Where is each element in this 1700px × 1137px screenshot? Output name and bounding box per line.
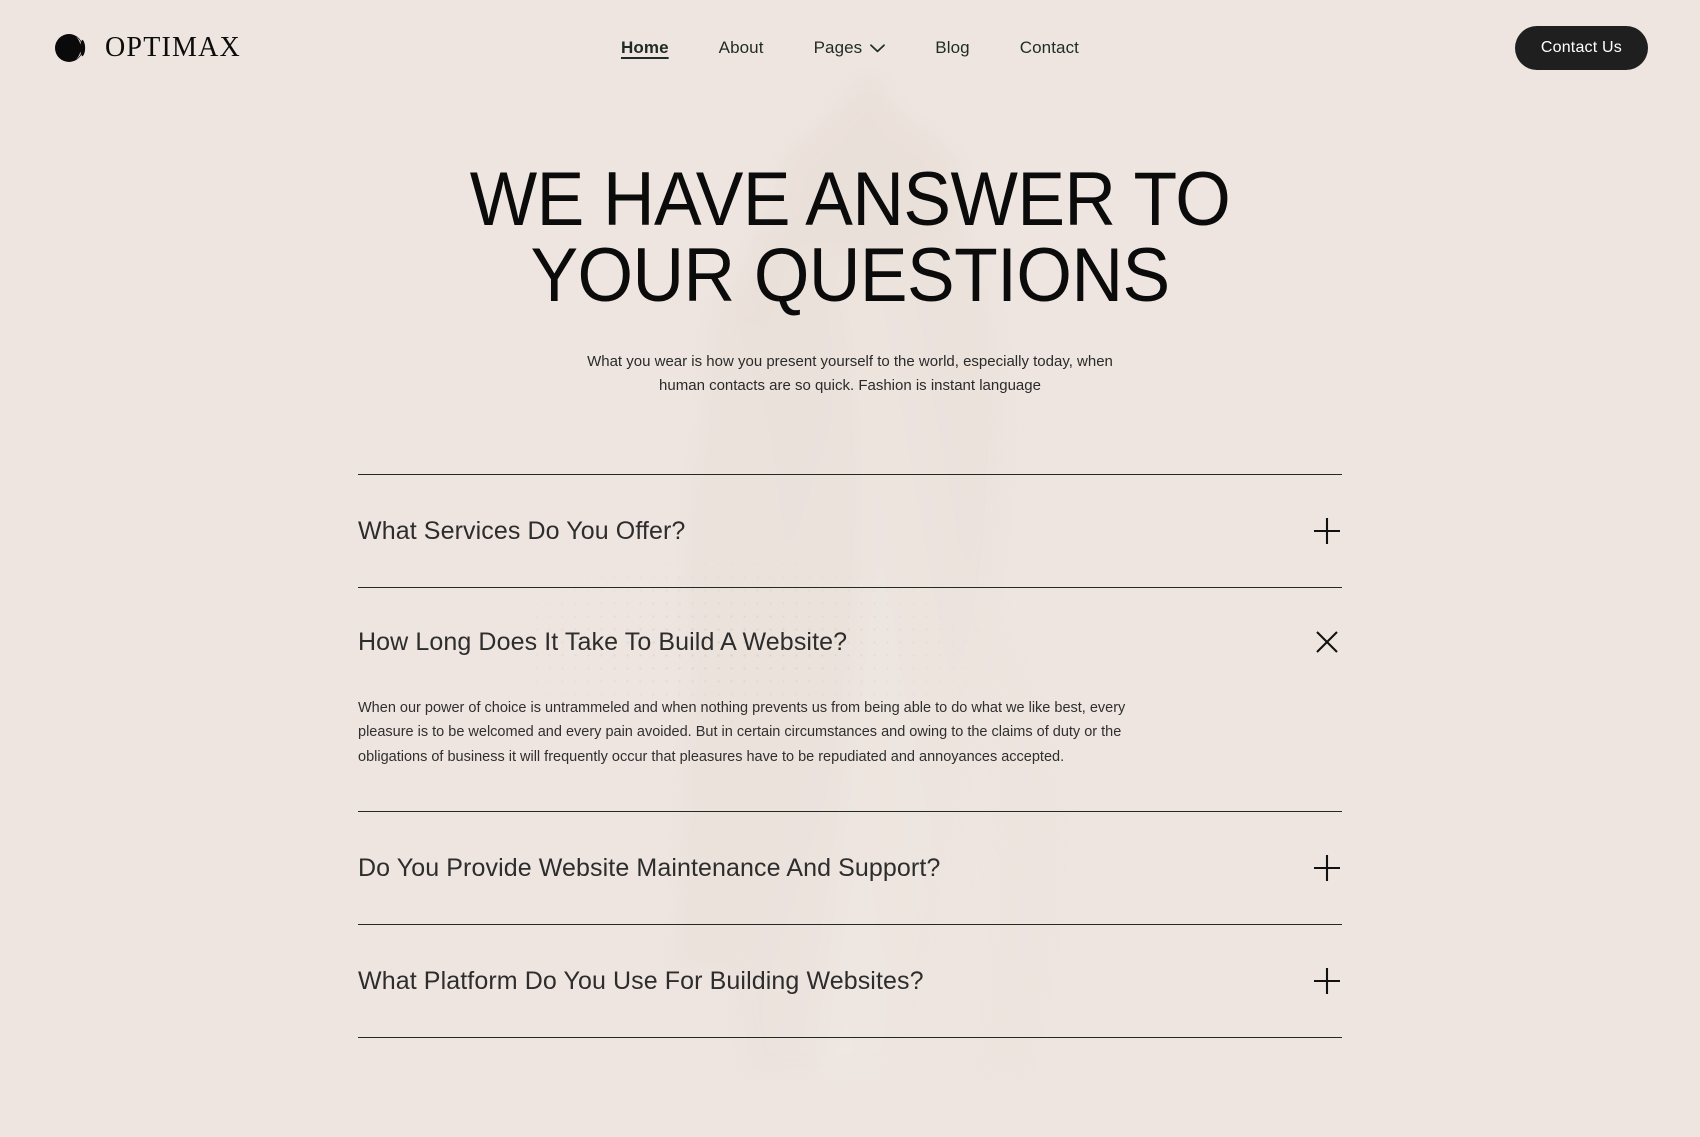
faq-question-label: What Services Do You Offer?	[358, 517, 686, 545]
faq-question-toggle[interactable]: How Long Does It Take To Build A Website…	[358, 588, 1342, 696]
site-header: OPTIMAX Home About Pages Blog Contact Co	[0, 0, 1700, 96]
nav-item-home-label: Home	[620, 38, 669, 57]
nav-item-pages-label: Pages	[813, 38, 863, 57]
brand-logo[interactable]: OPTIMAX	[52, 28, 241, 68]
plus-icon	[1314, 968, 1340, 995]
faq-item: What Platform Do You Use For Building We…	[358, 925, 1342, 1037]
hero-subtitle: What you wear is how you present yoursel…	[587, 353, 1113, 394]
faq-item: Do You Provide Website Maintenance And S…	[358, 812, 1342, 924]
faq-answer-panel: When our power of choice is untrammeled …	[358, 696, 1148, 811]
hero-section: WE HAVE ANSWER TO YOUR QUESTIONS What yo…	[0, 96, 1700, 398]
faq-item: What Services Do You Offer?	[358, 475, 1342, 587]
contact-us-button[interactable]: Contact Us	[1514, 26, 1648, 70]
faq-item: How Long Does It Take To Build A Website…	[358, 588, 1342, 811]
nav-item-about-label: About	[718, 38, 764, 57]
faq-question-label: How Long Does It Take To Build A Website…	[358, 628, 848, 656]
brand-name: OPTIMAX	[105, 32, 241, 63]
faq-question-label: What Platform Do You Use For Building We…	[358, 967, 924, 996]
chevron-down-icon	[870, 43, 886, 52]
faq-accordion: What Services Do You Offer? How Long Doe…	[358, 474, 1342, 1039]
nav-item-blog[interactable]: Blog	[935, 38, 969, 58]
page-title: WE HAVE ANSWER TO YOUR QUESTIONS	[469, 157, 1231, 318]
main-navigation: Home About Pages Blog Contact	[621, 38, 1079, 58]
faq-question-toggle[interactable]: Do You Provide Website Maintenance And S…	[358, 812, 1342, 924]
faq-question-label: Do You Provide Website Maintenance And S…	[358, 854, 941, 883]
plus-icon	[1314, 855, 1340, 882]
nav-item-pages[interactable]: Pages	[814, 38, 886, 58]
faq-answer-text: When our power of choice is untrammeled …	[358, 700, 1126, 765]
eclipse-lens-logo-icon	[55, 34, 86, 62]
nav-item-blog-label: Blog	[935, 38, 970, 57]
faq-divider	[358, 1037, 1342, 1039]
nav-item-home[interactable]: Home	[621, 38, 669, 58]
nav-item-contact[interactable]: Contact	[1020, 38, 1079, 58]
faq-question-toggle[interactable]: What Platform Do You Use For Building We…	[358, 925, 1342, 1037]
nav-item-about[interactable]: About	[719, 38, 764, 58]
faq-question-toggle[interactable]: What Services Do You Offer?	[358, 475, 1342, 587]
nav-item-contact-label: Contact	[1019, 38, 1080, 57]
page-root: OPTIMAX Home About Pages Blog Contact Co	[0, 0, 1700, 1039]
plus-icon	[1314, 518, 1340, 544]
close-icon	[1316, 631, 1338, 653]
